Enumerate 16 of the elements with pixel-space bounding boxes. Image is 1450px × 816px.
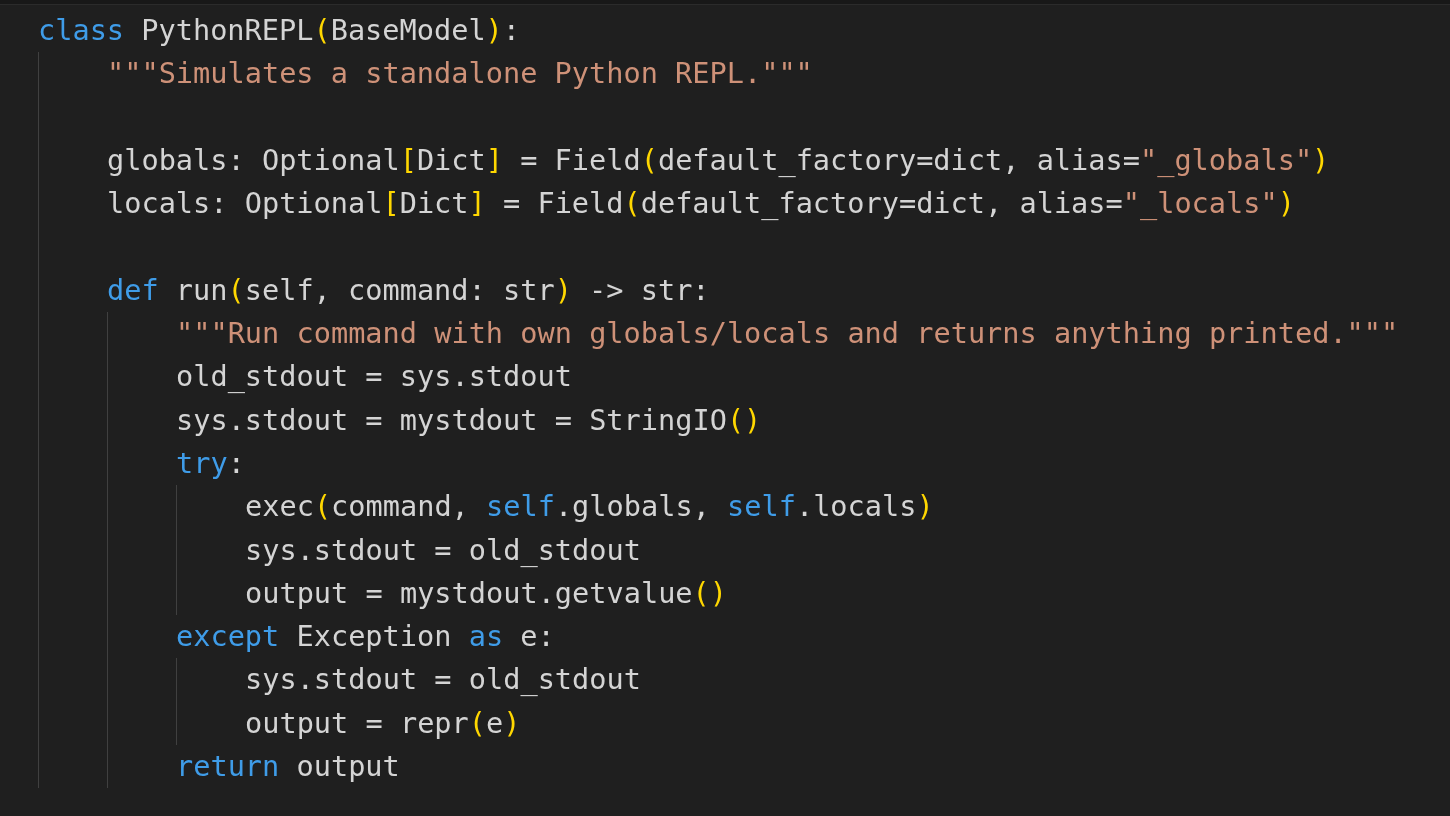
code-line: output = repr(e) — [245, 704, 521, 742]
code-line: def run(self, command: str) -> str: — [107, 271, 710, 309]
code-line: return output — [176, 748, 400, 786]
code-line: sys.stdout = old_stdout — [245, 531, 641, 569]
code-line: class PythonREPL(BaseModel): — [38, 12, 521, 49]
code-line: old_stdout = sys.stdout — [176, 358, 572, 396]
code-line: exec(command, self.globals, self.locals) — [245, 488, 934, 526]
code-line: globals: Optional[Dict] = Field(default_factory=dict, alias="_globals") — [107, 141, 1330, 179]
code-line: """Simulates a standalone Python REPL.""" — [107, 55, 813, 93]
code-line: output = mystdout.getvalue() — [245, 574, 728, 612]
code-line: except Exception as e: — [176, 618, 555, 656]
code-line: try: — [176, 444, 245, 482]
code-line: sys.stdout = mystdout = StringIO() — [176, 401, 762, 439]
code-line: """Run command with own globals/locals and returns anything printed.""" — [176, 315, 1399, 353]
code-line: sys.stdout = old_stdout — [245, 661, 641, 699]
code-line: locals: Optional[Dict] = Field(default_factory=dict, alias="_locals") — [107, 185, 1295, 223]
